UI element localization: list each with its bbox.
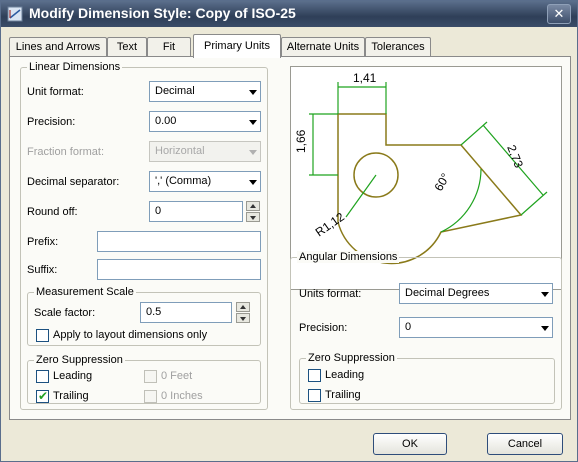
decimal-separator-dropdown[interactable]: ',' (Comma) xyxy=(149,171,261,192)
tab-text[interactable]: Text xyxy=(107,37,147,57)
close-button[interactable]: ✕ xyxy=(547,4,571,24)
angular-leading-checkbox[interactable] xyxy=(308,369,321,382)
decimal-separator-label: Decimal separator: xyxy=(27,176,120,188)
arrow-down-icon xyxy=(250,216,256,220)
round-off-value: 0 xyxy=(155,205,162,217)
unit-format-dropdown[interactable]: Decimal xyxy=(149,81,261,102)
zero-inches-checkbox xyxy=(144,390,157,403)
apply-layout-label: Apply to layout dimensions only xyxy=(53,329,208,341)
dim-left-label: 1,66 xyxy=(294,129,308,153)
chevron-down-icon xyxy=(541,326,549,331)
fraction-format-value: Horizontal xyxy=(155,145,205,157)
angular-precision-value: 0 xyxy=(405,321,412,333)
zero-inches-label: 0 Inches xyxy=(161,390,203,402)
dim-top-label: 1,41 xyxy=(353,71,377,85)
dim-angle-label: 60° xyxy=(431,171,452,194)
angular-trailing-checkbox[interactable] xyxy=(308,389,321,402)
measurement-scale-group: Measurement Scale Scale factor: 0.5 Appl… xyxy=(27,286,261,346)
angular-trailing-label: Trailing xyxy=(325,389,361,401)
spin-up-button[interactable] xyxy=(246,201,260,211)
tab-tolerances[interactable]: Tolerances xyxy=(365,37,431,57)
arrow-down-icon xyxy=(240,317,246,321)
apply-layout-checkbox[interactable] xyxy=(36,329,49,342)
tab-alternate-units[interactable]: Alternate Units xyxy=(281,37,365,57)
app-icon xyxy=(7,6,23,22)
angular-dimensions-title: Angular Dimensions xyxy=(297,251,400,263)
title-bar[interactable]: Modify Dimension Style: Copy of ISO-25 ✕ xyxy=(1,1,577,27)
prefix-input[interactable] xyxy=(97,231,261,252)
unit-format-label: Unit format: xyxy=(27,86,84,98)
spin-down-button[interactable] xyxy=(236,313,250,323)
round-off-spinner[interactable] xyxy=(246,201,260,222)
round-off-input[interactable]: 0 xyxy=(149,201,243,222)
precision-label: Precision: xyxy=(27,116,76,128)
chevron-down-icon xyxy=(249,90,257,95)
decimal-separator-value: ',' (Comma) xyxy=(155,175,212,187)
units-format-dropdown[interactable]: Decimal Degrees xyxy=(399,283,553,304)
tab-primary-units[interactable]: Primary Units xyxy=(193,34,281,58)
angular-leading-label: Leading xyxy=(325,369,365,381)
precision-dropdown[interactable]: 0.00 xyxy=(149,111,261,132)
prefix-label: Prefix: xyxy=(27,236,59,248)
angular-zero-suppression-group: Zero Suppression Leading Trailing xyxy=(299,352,555,404)
chevron-down-icon xyxy=(249,120,257,125)
scale-factor-input[interactable]: 0.5 xyxy=(140,302,232,323)
chevron-down-icon xyxy=(541,292,549,297)
linear-zero-suppression-group: Zero Suppression Leading ✔ Trailing 0 Fe… xyxy=(27,354,261,404)
fraction-format-label: Fraction format: xyxy=(27,146,105,158)
checkmark-icon: ✔ xyxy=(38,389,49,403)
close-icon: ✕ xyxy=(553,6,565,21)
arrow-up-icon xyxy=(250,204,256,208)
preview-labels: 1,41 1,66 2,73 60° R1,12 xyxy=(294,71,526,239)
ext-line xyxy=(520,191,548,216)
spin-up-button[interactable] xyxy=(236,302,250,312)
units-format-value: Decimal Degrees xyxy=(405,287,490,299)
chevron-down-icon xyxy=(249,150,257,155)
round-off-label: Round off: xyxy=(27,206,78,218)
dim-right-label: 2,73 xyxy=(504,143,526,170)
linear-dimensions-group: Linear Dimensions Unit format: Decimal P… xyxy=(20,61,268,410)
scale-factor-value: 0.5 xyxy=(146,306,162,318)
angular-precision-label: Precision: xyxy=(299,322,348,334)
angular-dimensions-group: Angular Dimensions Units format: Decimal… xyxy=(290,251,562,410)
precision-value: 0.00 xyxy=(155,115,177,127)
unit-format-value: Decimal xyxy=(155,85,195,97)
ok-button[interactable]: OK xyxy=(373,433,447,455)
dialog-window: Modify Dimension Style: Copy of ISO-25 ✕… xyxy=(0,0,578,462)
linear-trailing-checkbox[interactable]: ✔ xyxy=(36,389,49,403)
linear-zero-suppression-title: Zero Suppression xyxy=(34,354,125,366)
primary-units-panel: Linear Dimensions Unit format: Decimal P… xyxy=(9,56,571,420)
tab-fit[interactable]: Fit xyxy=(147,37,191,57)
linear-dimensions-title: Linear Dimensions xyxy=(27,61,123,73)
dim-radius-label: R1,12 xyxy=(313,209,348,239)
measurement-scale-title: Measurement Scale xyxy=(34,286,136,298)
linear-leading-checkbox[interactable] xyxy=(36,370,49,383)
zero-feet-label: 0 Feet xyxy=(161,370,193,382)
linear-leading-label: Leading xyxy=(53,370,93,382)
suffix-label: Suffix: xyxy=(27,264,58,276)
arrow-up-icon xyxy=(240,305,246,309)
chevron-down-icon xyxy=(249,180,257,185)
zero-feet-checkbox xyxy=(144,370,157,383)
suffix-input[interactable] xyxy=(97,259,261,280)
cancel-button[interactable]: Cancel xyxy=(487,433,563,455)
scale-factor-spinner[interactable] xyxy=(236,302,250,323)
tab-lines-and-arrows[interactable]: Lines and Arrows xyxy=(9,37,107,57)
angular-precision-dropdown[interactable]: 0 xyxy=(399,317,553,338)
units-format-label: Units format: xyxy=(299,288,362,300)
scale-factor-label: Scale factor: xyxy=(34,307,96,319)
fraction-format-dropdown: Horizontal xyxy=(149,141,261,162)
window-title: Modify Dimension Style: Copy of ISO-25 xyxy=(29,5,296,21)
angular-zero-suppression-title: Zero Suppression xyxy=(306,352,397,364)
linear-trailing-label: Trailing xyxy=(53,390,89,402)
spin-down-button[interactable] xyxy=(246,212,260,222)
